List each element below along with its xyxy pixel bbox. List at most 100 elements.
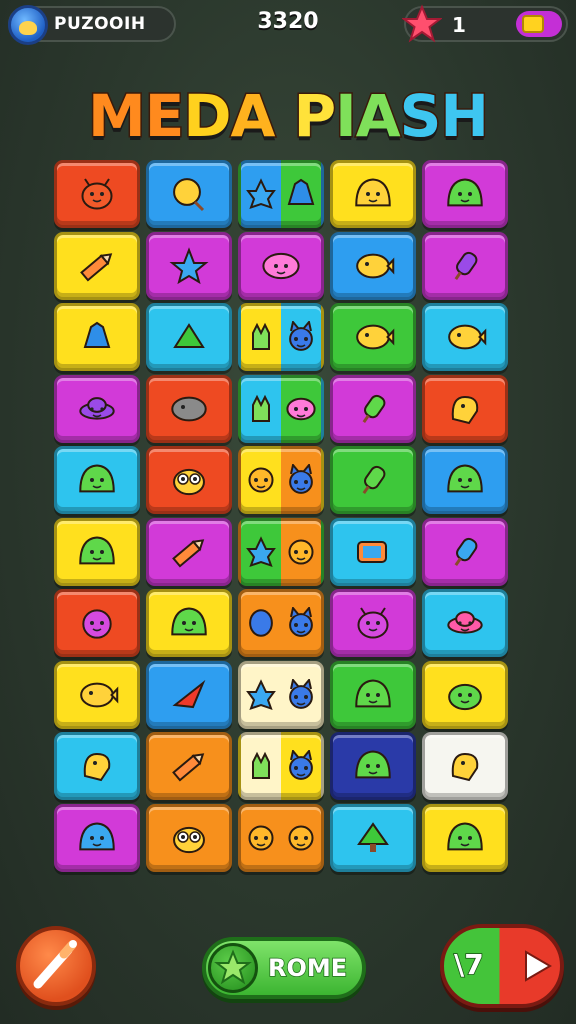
fish-icon bbox=[80, 682, 119, 707]
lives-badge[interactable]: 1 bbox=[402, 4, 568, 43]
paintbrush-icon bbox=[33, 940, 77, 989]
game-tile[interactable] bbox=[238, 303, 324, 371]
fish-icon bbox=[356, 253, 395, 278]
popsicle-green-icon bbox=[362, 394, 386, 423]
face-icon bbox=[248, 824, 274, 851]
game-tile[interactable] bbox=[54, 732, 140, 800]
game-tile[interactable] bbox=[422, 660, 508, 729]
star-icon bbox=[402, 4, 442, 43]
game-tile[interactable] bbox=[238, 374, 324, 443]
game-tile[interactable] bbox=[422, 803, 508, 872]
bug-icon bbox=[81, 178, 113, 210]
game-tile[interactable] bbox=[54, 660, 140, 729]
slime-green-icon bbox=[79, 536, 115, 564]
star-icon bbox=[246, 178, 276, 210]
flower-icon bbox=[262, 252, 300, 279]
game-tile[interactable] bbox=[238, 231, 324, 300]
game-tile[interactable] bbox=[54, 303, 140, 371]
fish-icon bbox=[356, 324, 395, 350]
game-tile[interactable] bbox=[422, 160, 508, 228]
game-tile[interactable] bbox=[54, 160, 140, 228]
cat-icon bbox=[289, 321, 313, 351]
game-tile[interactable] bbox=[146, 374, 232, 443]
game-tile[interactable] bbox=[238, 446, 324, 514]
game-tile[interactable] bbox=[330, 160, 416, 228]
slime-blue-icon bbox=[79, 822, 115, 850]
slime-green-icon bbox=[355, 750, 391, 779]
game-tile[interactable] bbox=[238, 160, 324, 228]
owl-icon bbox=[173, 826, 205, 853]
game-tile[interactable] bbox=[422, 303, 508, 371]
game-tile[interactable] bbox=[146, 231, 232, 300]
game-tile[interactable] bbox=[146, 303, 232, 371]
tree-icon bbox=[357, 821, 389, 852]
home-button[interactable]: ROME bbox=[202, 937, 366, 999]
game-tile[interactable] bbox=[422, 231, 508, 300]
bird-yellow-icon bbox=[83, 752, 111, 782]
game-tile[interactable] bbox=[330, 803, 416, 872]
egg-icon bbox=[249, 609, 273, 637]
game-tile[interactable] bbox=[146, 589, 232, 657]
game-tile[interactable] bbox=[54, 589, 140, 657]
game-tile[interactable] bbox=[238, 803, 324, 872]
game-tile[interactable] bbox=[146, 160, 232, 228]
game-tile[interactable] bbox=[422, 517, 508, 586]
game-tile[interactable] bbox=[146, 803, 232, 872]
game-tile[interactable] bbox=[54, 231, 140, 300]
game-tile[interactable] bbox=[238, 732, 324, 800]
owl-icon bbox=[173, 468, 205, 496]
game-tile[interactable] bbox=[238, 589, 324, 657]
lollipop-icon bbox=[173, 178, 205, 212]
game-tile[interactable] bbox=[238, 660, 324, 729]
game-title: MEDA PIASH bbox=[0, 76, 576, 156]
hand-icon bbox=[252, 394, 270, 422]
game-tile[interactable] bbox=[330, 231, 416, 300]
player-name: PUZOOIH bbox=[54, 14, 146, 34]
game-tile[interactable] bbox=[146, 517, 232, 586]
game-tile[interactable] bbox=[330, 374, 416, 443]
hand-icon bbox=[252, 322, 270, 350]
ufo-icon bbox=[79, 396, 115, 420]
game-tile[interactable] bbox=[146, 660, 232, 729]
game-tile[interactable] bbox=[330, 517, 416, 586]
game-tile[interactable] bbox=[422, 589, 508, 657]
game-tile[interactable] bbox=[54, 803, 140, 872]
hand-icon bbox=[252, 751, 270, 779]
game-tile[interactable] bbox=[422, 374, 508, 443]
title-part: P bbox=[274, 81, 337, 152]
game-tile[interactable] bbox=[238, 517, 324, 586]
player-badge[interactable]: PUZOOIH bbox=[8, 5, 176, 45]
bird-icon bbox=[451, 395, 479, 424]
slime-green-icon bbox=[355, 679, 391, 707]
avatar-icon[interactable] bbox=[8, 5, 48, 45]
game-tile[interactable] bbox=[422, 732, 508, 800]
game-tile[interactable] bbox=[146, 732, 232, 800]
gem-icon[interactable] bbox=[516, 11, 562, 37]
game-tile[interactable] bbox=[54, 446, 140, 514]
game-tile[interactable] bbox=[330, 589, 416, 657]
pencil-icon bbox=[172, 753, 205, 782]
face-icon bbox=[288, 538, 314, 565]
game-tile[interactable] bbox=[330, 660, 416, 729]
play-icon bbox=[525, 950, 552, 982]
game-tile[interactable] bbox=[330, 446, 416, 514]
game-tile[interactable] bbox=[422, 446, 508, 514]
brush-button[interactable] bbox=[16, 926, 96, 1006]
next-left-label: \7 bbox=[453, 947, 484, 982]
title-part: ME bbox=[87, 81, 186, 152]
game-tile[interactable] bbox=[54, 517, 140, 586]
face-icon bbox=[288, 824, 314, 851]
slime-green-icon bbox=[447, 178, 483, 207]
home-label: ROME bbox=[267, 953, 348, 983]
blob-icon bbox=[287, 178, 315, 205]
next-button[interactable]: \7 bbox=[440, 924, 564, 1008]
game-tile[interactable] bbox=[330, 732, 416, 800]
game-tile[interactable] bbox=[146, 446, 232, 514]
pencil-yellow-icon bbox=[172, 538, 205, 568]
title-part: D bbox=[182, 81, 233, 152]
slime-green-icon bbox=[171, 607, 207, 636]
top-bar: PUZOOIH 3320 1 bbox=[0, 0, 576, 50]
game-tile[interactable] bbox=[54, 374, 140, 443]
game-tile[interactable] bbox=[330, 303, 416, 371]
cat-icon bbox=[289, 678, 313, 709]
